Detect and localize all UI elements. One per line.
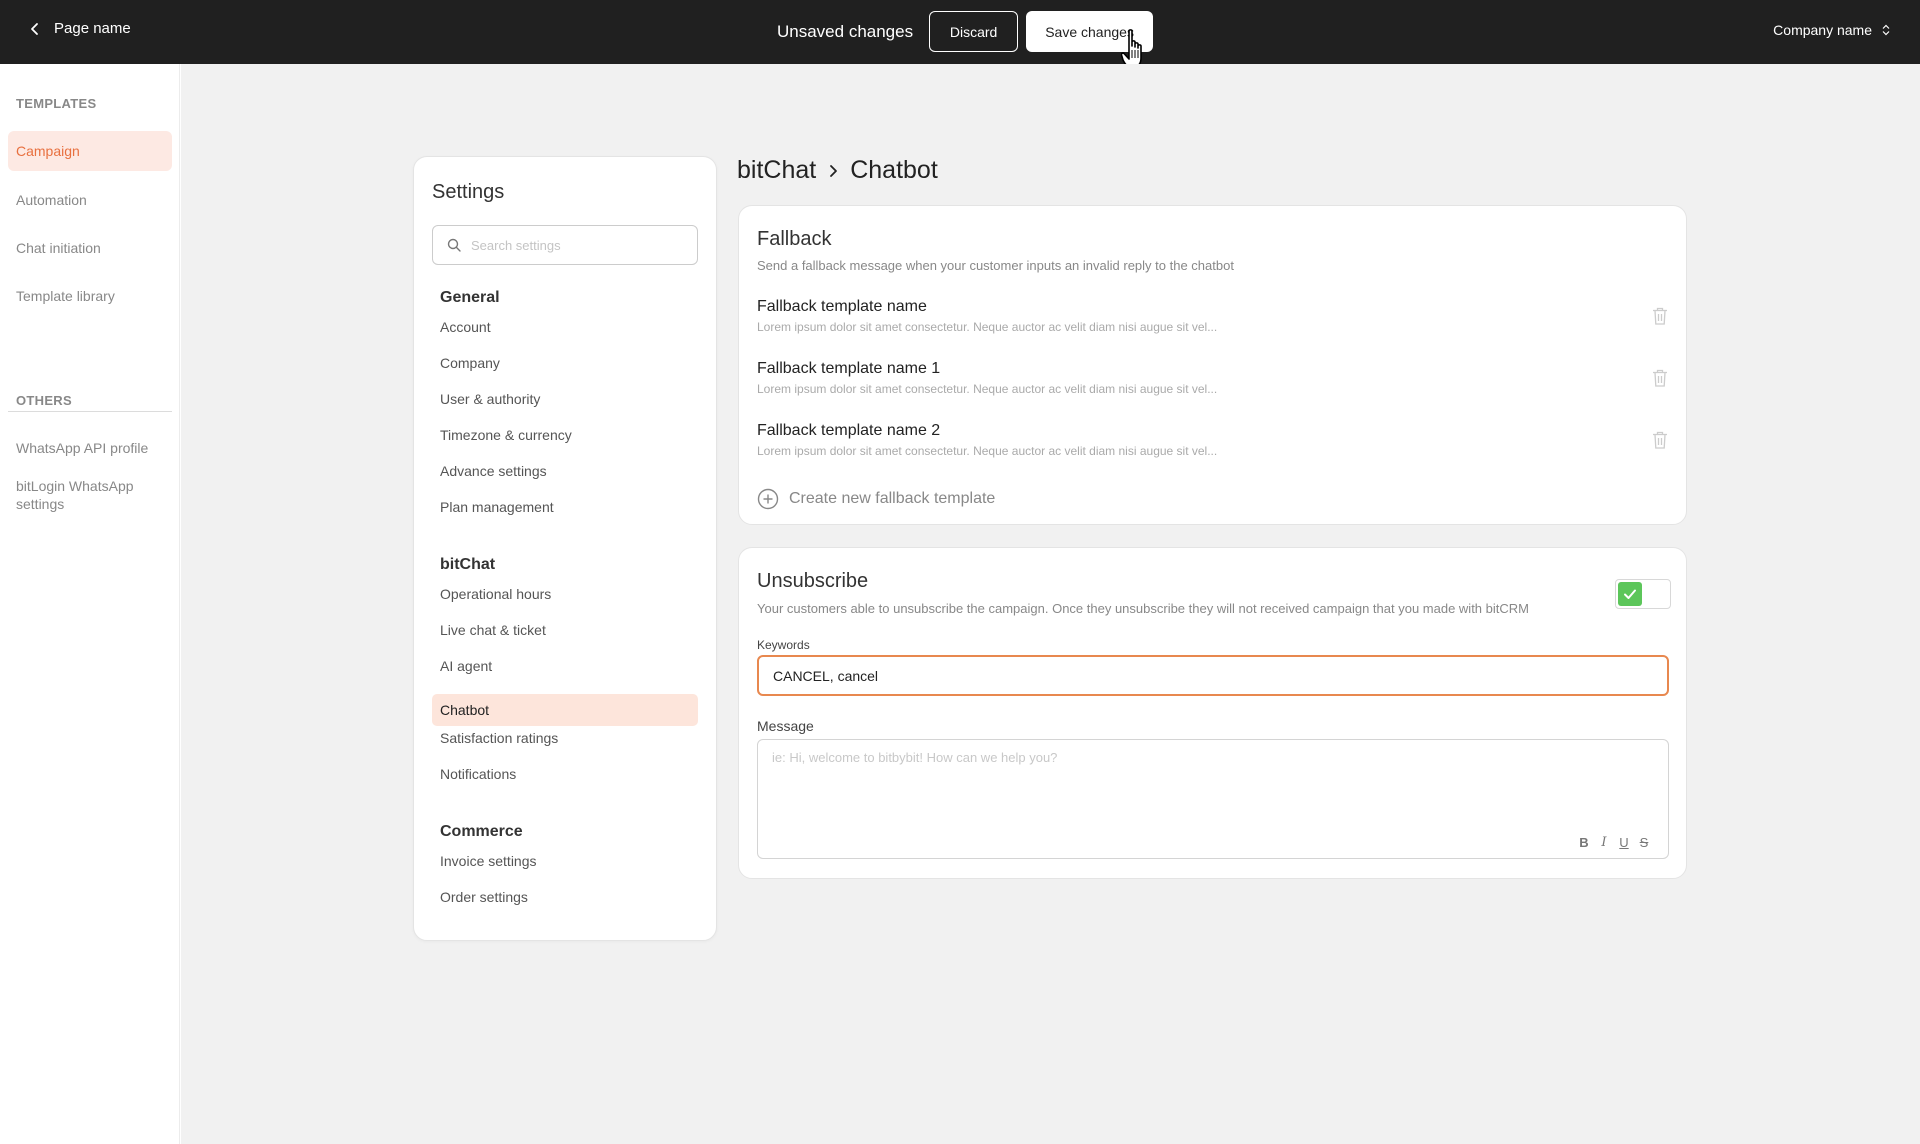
settings-item-account[interactable]: Account: [432, 311, 698, 343]
message-editor: B I U S: [757, 739, 1669, 859]
top-bar: Page name Unsaved changes Discard Save c…: [0, 0, 1920, 68]
settings-item-live-chat-ticket[interactable]: Live chat & ticket: [432, 614, 698, 646]
fallback-template-desc: Lorem ipsum dolor sit amet consectetur. …: [757, 444, 1218, 458]
unsubscribe-description: Your customers able to unsubscribe the c…: [757, 601, 1529, 616]
format-toolbar: B I U S: [1578, 835, 1650, 850]
keywords-input[interactable]: [757, 655, 1669, 696]
sidebar-item-template-library[interactable]: Template library: [8, 287, 172, 305]
unsaved-changes-bar: Unsaved changes Discard Save changes: [777, 11, 1154, 52]
settings-title: Settings: [432, 181, 505, 203]
settings-item-satisfaction-ratings[interactable]: Satisfaction ratings: [432, 722, 698, 754]
bold-button[interactable]: B: [1578, 835, 1590, 850]
settings-group-commerce: Commerce: [440, 823, 523, 840]
search-input[interactable]: [471, 237, 681, 253]
sidebar-item-chat-initiation[interactable]: Chat initiation: [8, 239, 172, 257]
fallback-template-name: Fallback template name 2: [757, 422, 941, 439]
toggle-knob: [1618, 582, 1642, 606]
sidebar-item-bitlogin-whatsapp-settings[interactable]: bitLogin WhatsApp settings: [8, 477, 148, 513]
search-icon: [447, 238, 461, 252]
create-fallback-template-label: Create new fallback template: [789, 490, 996, 507]
settings-group-general: General: [440, 289, 500, 306]
trash-icon[interactable]: [1651, 368, 1669, 388]
settings-item-plan-management[interactable]: Plan management: [432, 491, 698, 523]
breadcrumb-parent[interactable]: bitChat: [737, 156, 816, 185]
left-sidebar: TEMPLATES Campaign Automation Chat initi…: [0, 64, 180, 1144]
fallback-template-name: Fallback template name 1: [757, 360, 941, 377]
settings-panel: Settings General Account Company User & …: [413, 156, 717, 941]
sidebar-divider: [8, 411, 172, 412]
breadcrumb-current: Chatbot: [850, 156, 938, 184]
breadcrumb: bitChat Chatbot: [737, 156, 938, 185]
unsubscribe-card: Unsubscribe Your customers able to unsub…: [738, 547, 1687, 879]
back-button[interactable]: Page name: [28, 20, 131, 37]
message-label: Message: [757, 718, 814, 734]
plus-circle-icon: [757, 488, 779, 510]
sort-arrows-icon: [1882, 24, 1890, 36]
settings-item-invoice-settings[interactable]: Invoice settings: [432, 845, 698, 877]
discard-button[interactable]: Discard: [929, 11, 1019, 52]
fallback-template-desc: Lorem ipsum dolor sit amet consectetur. …: [757, 382, 1218, 396]
create-fallback-template-button[interactable]: Create new fallback template: [757, 488, 995, 510]
settings-item-company[interactable]: Company: [432, 347, 698, 379]
settings-item-notifications[interactable]: Notifications: [432, 758, 698, 790]
fallback-description: Send a fallback message when your custom…: [757, 258, 1234, 273]
fallback-template-desc: Lorem ipsum dolor sit amet consectetur. …: [757, 320, 1218, 334]
settings-item-ai-agent[interactable]: AI agent: [432, 650, 698, 682]
templates-heading: TEMPLATES: [16, 96, 97, 111]
company-name: Company name: [1773, 22, 1872, 38]
italic-button[interactable]: I: [1598, 835, 1610, 850]
settings-item-operational-hours[interactable]: Operational hours: [432, 578, 698, 610]
unsaved-changes-text: Unsaved changes: [777, 21, 914, 41]
settings-item-user-authority[interactable]: User & authority: [432, 383, 698, 415]
trash-icon[interactable]: [1651, 430, 1669, 450]
fallback-card: Fallback Send a fallback message when yo…: [738, 205, 1687, 525]
unsubscribe-title: Unsubscribe: [757, 570, 869, 592]
keywords-label: Keywords: [757, 638, 810, 652]
sidebar-item-automation[interactable]: Automation: [8, 191, 172, 209]
strikethrough-button[interactable]: S: [1638, 835, 1650, 850]
sidebar-item-campaign[interactable]: Campaign: [8, 131, 172, 171]
check-icon: [1624, 589, 1636, 599]
search-settings[interactable]: [432, 225, 698, 265]
message-input[interactable]: [772, 750, 1652, 830]
sidebar-item-whatsapp-api-profile[interactable]: WhatsApp API profile: [8, 439, 172, 457]
settings-item-timezone-currency[interactable]: Timezone & currency: [432, 419, 698, 451]
underline-button[interactable]: U: [1618, 835, 1630, 850]
settings-item-order-settings[interactable]: Order settings: [432, 881, 698, 913]
settings-item-advance-settings[interactable]: Advance settings: [432, 455, 698, 487]
chevron-right-icon: [830, 164, 838, 177]
company-selector[interactable]: Company name: [1773, 22, 1890, 38]
fallback-template-name: Fallback template name: [757, 298, 927, 315]
unsubscribe-toggle[interactable]: [1615, 579, 1671, 609]
chevron-left-icon: [31, 22, 38, 35]
others-heading: OTHERS: [16, 393, 72, 408]
page-name: Page name: [54, 20, 131, 37]
trash-icon[interactable]: [1651, 306, 1669, 326]
settings-group-bitchat: bitChat: [440, 556, 496, 573]
fallback-title: Fallback: [757, 228, 832, 250]
